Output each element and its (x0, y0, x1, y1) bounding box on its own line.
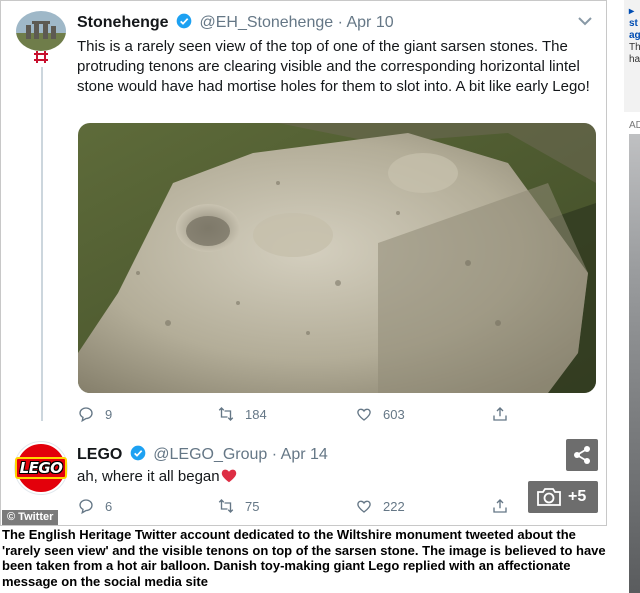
tweet2-retweet-count: 75 (245, 498, 260, 514)
reply-icon (79, 407, 93, 423)
tweet1-separator: · (337, 14, 343, 31)
tweet1-share-button[interactable] (491, 405, 509, 423)
sarsen-stone-photo[interactable] (78, 123, 596, 393)
tweet2-reply-button[interactable]: 6 (77, 497, 112, 515)
tweet1-retweet-count: 184 (245, 406, 267, 422)
reply-icon (79, 499, 93, 515)
share-icon (493, 407, 507, 421)
tweet1-author-name[interactable]: Stonehenge (77, 14, 169, 31)
advertisement-label: ADV (629, 120, 640, 131)
image-caption: The English Heritage Twitter account ded… (2, 527, 606, 589)
tweet2-header: LEGO @LEGO_Group · Apr 14 (77, 445, 328, 464)
tweet2-actions: 6 75 222 (77, 497, 517, 517)
tweet2-text-line: ah, where it all began (77, 467, 238, 485)
right-column: ▸ st ag Th ha ADV (624, 0, 640, 593)
tweet2-retweet-button[interactable]: 75 (217, 497, 259, 515)
view-gallery-button[interactable]: +5 (528, 481, 598, 513)
lego-avatar[interactable]: LEGO (14, 442, 68, 494)
image-credit: © Twitter (2, 510, 59, 525)
tweet2-like-count: 222 (383, 498, 405, 514)
teaser-line-2: st (629, 18, 638, 29)
retweet-icon (218, 407, 234, 421)
stonehenge-avatar[interactable] (16, 11, 66, 51)
like-icon (357, 408, 371, 421)
share-icon (574, 446, 590, 464)
like-icon (357, 500, 371, 513)
tweet1-reply-button[interactable]: 9 (77, 405, 112, 423)
tweet1-retweet-button[interactable]: 184 (217, 405, 267, 423)
tweet2-separator: · (271, 446, 278, 463)
retweet-icon (218, 499, 234, 513)
teaser-line-3: ag (629, 30, 640, 41)
tweet1-like-button[interactable]: 603 (355, 405, 405, 423)
verified-badge-icon (176, 13, 192, 29)
chevron-down-icon[interactable] (577, 15, 593, 27)
tweet1-handle[interactable]: @EH_Stonehenge (199, 14, 333, 31)
tweet2-share-button[interactable] (491, 497, 509, 515)
tweet2-author-name[interactable]: LEGO (77, 446, 122, 463)
article-share-button[interactable] (566, 439, 598, 471)
tweet1-date[interactable]: Apr 10 (346, 14, 393, 31)
tweet2-text: ah, where it all began (77, 468, 220, 485)
tweet1-actions: 9 184 603 (77, 405, 517, 425)
lego-logo: LEGO (14, 457, 68, 479)
tweet2-date[interactable]: Apr 14 (281, 446, 328, 463)
verified-badge-icon (130, 445, 146, 461)
share-icon (493, 499, 507, 513)
teaser-line-4: Th (629, 42, 640, 53)
teaser-line-1: ▸ (629, 6, 635, 17)
tweet1-like-count: 603 (383, 406, 405, 422)
tweet2-like-button[interactable]: 222 (355, 497, 405, 515)
thread-line (41, 67, 43, 421)
tweet2-reply-count: 6 (105, 498, 113, 514)
english-heritage-flag-icon (34, 51, 48, 63)
tweet2-handle[interactable]: @LEGO_Group (153, 446, 267, 463)
advertisement-image[interactable] (629, 134, 640, 593)
tweet1-header: Stonehenge @EH_Stonehenge · Apr 10 (77, 13, 394, 32)
heart-emoji-icon (221, 469, 236, 483)
teaser-line-5: ha (629, 54, 640, 65)
tweet-screenshot-frame: Stonehenge @EH_Stonehenge · Apr 10 This … (0, 0, 607, 526)
camera-icon (537, 488, 561, 506)
tweet1-text: This is a rarely seen view of the top of… (77, 38, 590, 95)
gallery-count: +5 (568, 488, 587, 505)
sidebar-article-teaser[interactable]: ▸ st ag Th ha (624, 0, 640, 112)
tweet1-reply-count: 9 (105, 406, 113, 422)
